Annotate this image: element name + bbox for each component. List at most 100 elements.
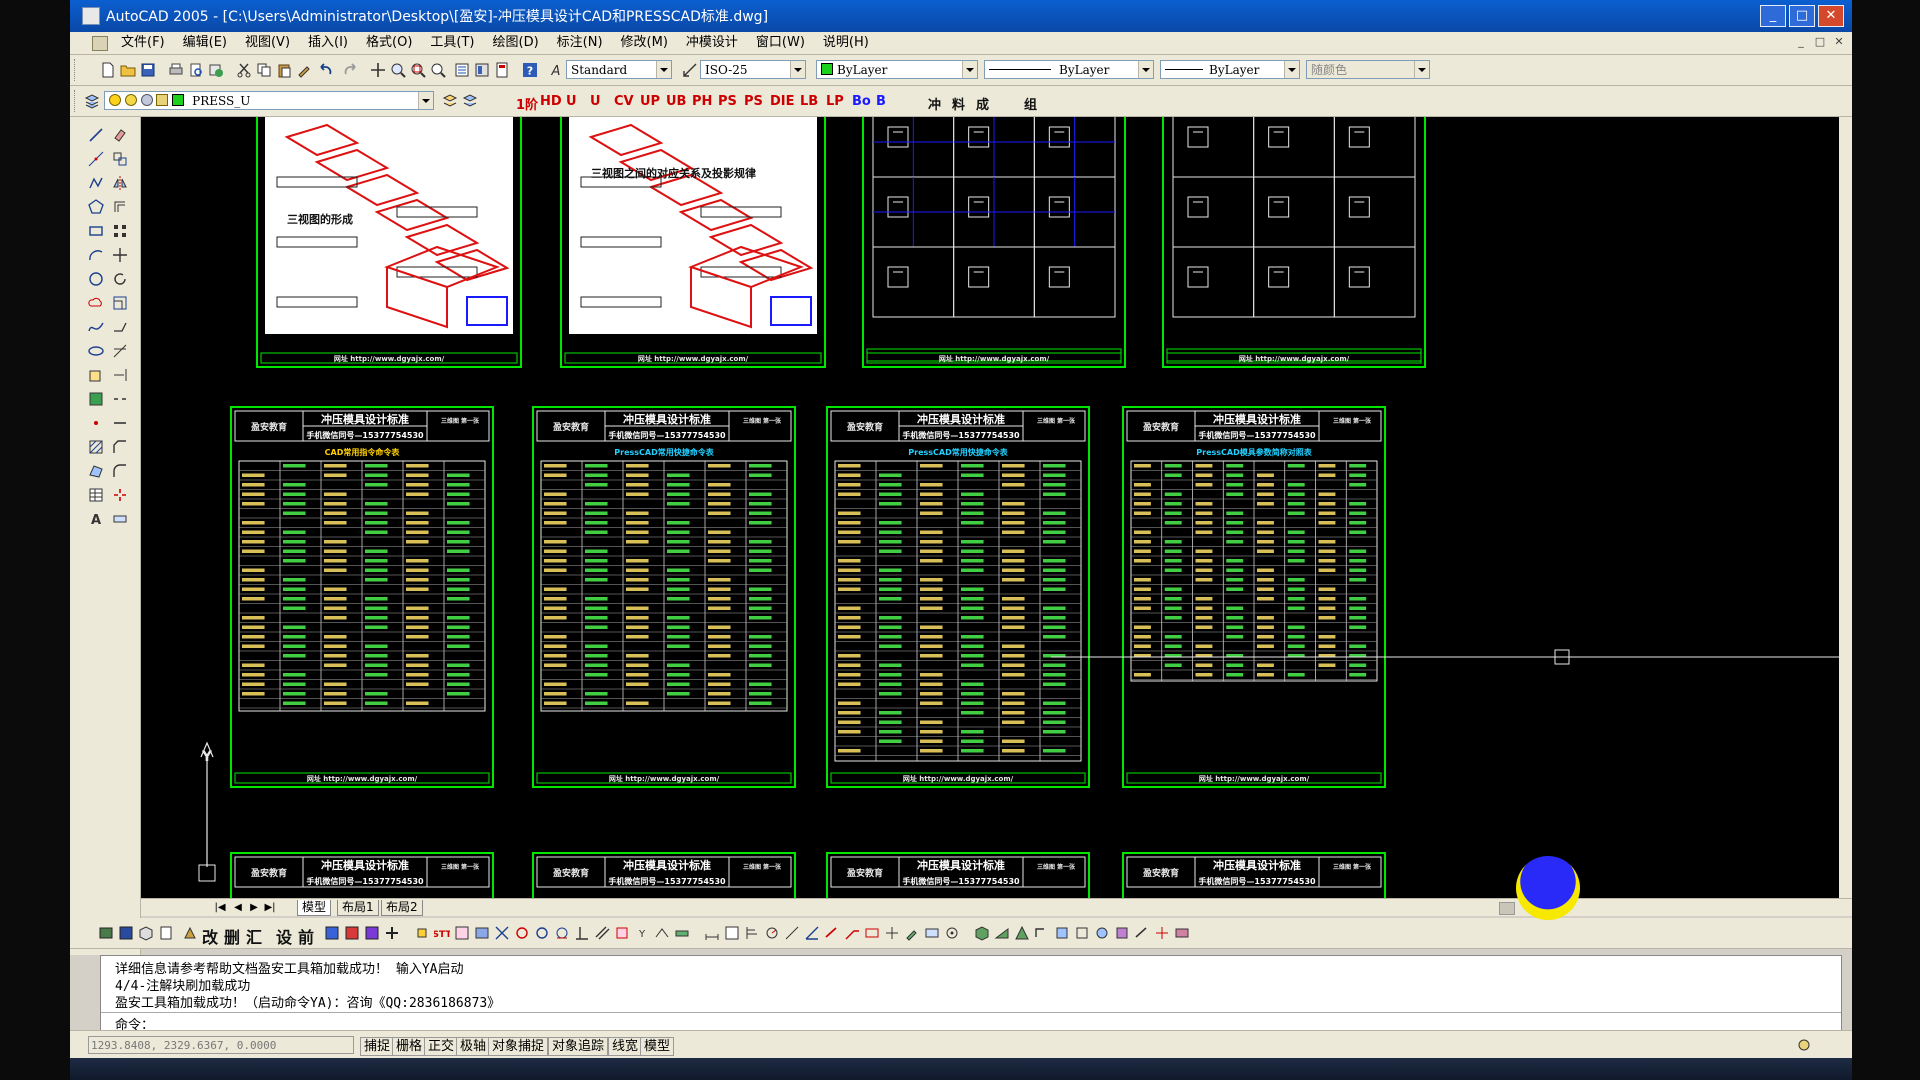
prev-tab-icon[interactable]: ◀: [231, 901, 245, 914]
layer-manager-icon[interactable]: [84, 93, 100, 109]
linetype-dropdown[interactable]: ByLayer: [984, 60, 1154, 79]
extend-icon[interactable]: [112, 367, 128, 383]
properties-icon[interactable]: [454, 62, 470, 78]
press-tool-cv[interactable]: CV: [614, 94, 634, 109]
menu-file[interactable]: 文件(F): [112, 32, 174, 54]
coordinate-readout[interactable]: 1293.8408, 2329.6367, 0.0000: [88, 1036, 354, 1054]
press-tool-ub[interactable]: UB: [666, 94, 686, 109]
summary-button[interactable]: 汇: [246, 924, 262, 948]
open-folder-icon[interactable]: [120, 62, 136, 78]
block-editor-icon[interactable]: [118, 925, 134, 941]
solid-cylinder-icon[interactable]: [1054, 925, 1070, 941]
layer-off-icon[interactable]: [364, 925, 380, 941]
rotate-icon[interactable]: [112, 271, 128, 287]
layer-iso-icon[interactable]: [324, 925, 340, 941]
circle-icon[interactable]: [88, 271, 104, 287]
menu-view[interactable]: 视图(V): [236, 32, 299, 54]
menu-insert[interactable]: 插入(I): [299, 32, 357, 54]
first-tab-icon[interactable]: |◀: [213, 901, 227, 914]
solid-sphere-icon[interactable]: [1034, 925, 1050, 941]
doc-minimize-button[interactable]: _: [1794, 35, 1808, 49]
vertical-scrollbar[interactable]: [1839, 117, 1852, 898]
tab-model[interactable]: 模型: [297, 900, 332, 916]
press-tool-punch[interactable]: 冲: [928, 94, 941, 113]
sun-icon[interactable]: [124, 94, 137, 106]
insert-block-icon[interactable]: [88, 367, 104, 383]
dimension-angular-icon[interactable]: [804, 925, 820, 941]
solid-torus-icon[interactable]: [1074, 925, 1090, 941]
point-icon[interactable]: [88, 415, 104, 431]
measure-icon[interactable]: [112, 511, 128, 527]
explode-icon[interactable]: [112, 487, 128, 503]
mirror-icon[interactable]: [112, 175, 128, 191]
chevron-down-icon[interactable]: [1284, 61, 1299, 78]
maximize-button[interactable]: □: [1789, 5, 1815, 27]
toolbar-grip[interactable]: [74, 90, 78, 112]
undo-icon[interactable]: [318, 62, 334, 78]
save-icon[interactable]: [140, 62, 156, 78]
press-tool-ps1[interactable]: PS: [718, 94, 737, 109]
dimension-radius-icon[interactable]: [764, 925, 780, 941]
new-file-icon[interactable]: [100, 62, 116, 78]
layer-uniso-icon[interactable]: [344, 925, 360, 941]
lineweight-toggle[interactable]: 线宽: [608, 1037, 643, 1056]
chevron-down-icon[interactable]: [1414, 61, 1429, 78]
layer-previous-icon[interactable]: [462, 93, 478, 109]
press-tool-bo[interactable]: Bo: [852, 94, 871, 109]
break-icon[interactable]: [112, 391, 128, 407]
solid-slice-icon[interactable]: [1134, 925, 1150, 941]
copy-icon[interactable]: [256, 62, 272, 78]
layer-dropdown[interactable]: PRESS_U: [104, 91, 434, 110]
cut-icon[interactable]: [236, 62, 252, 78]
osnap-node-icon[interactable]: Y: [634, 925, 650, 941]
erase-icon[interactable]: [112, 127, 128, 143]
press-tool-ps2[interactable]: PS: [744, 94, 763, 109]
arc-icon[interactable]: [88, 247, 104, 263]
zoom-window-icon[interactable]: [410, 62, 426, 78]
press-tool-up[interactable]: UP: [640, 94, 660, 109]
osnap-insert-icon[interactable]: [614, 925, 630, 941]
chevron-down-icon[interactable]: [790, 61, 805, 78]
model-toggle[interactable]: 模型: [640, 1037, 675, 1056]
lock-icon[interactable]: [156, 94, 169, 106]
purge-icon[interactable]: [182, 925, 198, 941]
osnap-tangent-icon[interactable]: [554, 925, 570, 941]
dimension-ordinate-icon[interactable]: [744, 925, 760, 941]
lightbulb-icon[interactable]: [109, 94, 121, 106]
table-icon[interactable]: [88, 487, 104, 503]
menu-format[interactable]: 格式(O): [357, 32, 421, 54]
multiline-text-icon[interactable]: A: [88, 511, 104, 527]
box-icon[interactable]: [138, 925, 154, 941]
make-block-icon[interactable]: [88, 391, 104, 407]
press-tool-u1[interactable]: U: [566, 94, 577, 109]
document-icon[interactable]: [92, 35, 108, 51]
autocad-app-icon[interactable]: [82, 7, 100, 25]
menu-help[interactable]: 说明(H): [814, 32, 878, 54]
solid-section-icon[interactable]: [1154, 925, 1170, 941]
menu-draw[interactable]: 绘图(D): [484, 32, 548, 54]
construction-line-icon[interactable]: [88, 151, 104, 167]
chevron-down-icon[interactable]: [656, 61, 671, 78]
zoom-realtime-icon[interactable]: [390, 62, 406, 78]
snap-toggle[interactable]: 捕捉: [360, 1037, 395, 1056]
osnap-quadrant-icon[interactable]: [534, 925, 550, 941]
dim-style-icon[interactable]: [682, 62, 698, 78]
help-icon[interactable]: ?: [522, 62, 538, 78]
stretch-icon[interactable]: [112, 319, 128, 335]
press-tool-material[interactable]: 料: [952, 94, 965, 113]
layer-tools-icon[interactable]: [98, 925, 114, 941]
chamfer-icon[interactable]: [112, 439, 128, 455]
publish-icon[interactable]: [208, 62, 224, 78]
tool-palettes-icon[interactable]: [494, 62, 510, 78]
menu-dimension[interactable]: 标注(N): [548, 32, 612, 54]
text-style-icon[interactable]: A: [548, 62, 564, 78]
tolerance-icon[interactable]: [864, 925, 880, 941]
dimension-update-icon[interactable]: [924, 925, 940, 941]
copy-object-icon[interactable]: [112, 151, 128, 167]
dimension-diameter-icon[interactable]: [784, 925, 800, 941]
grid-table-icon[interactable]: [454, 925, 470, 941]
match-properties-icon[interactable]: [296, 62, 312, 78]
command-input[interactable]: 命令：: [101, 1012, 1841, 1033]
layer-match-icon[interactable]: [384, 925, 400, 941]
grid-toggle[interactable]: 栅格: [392, 1037, 427, 1056]
